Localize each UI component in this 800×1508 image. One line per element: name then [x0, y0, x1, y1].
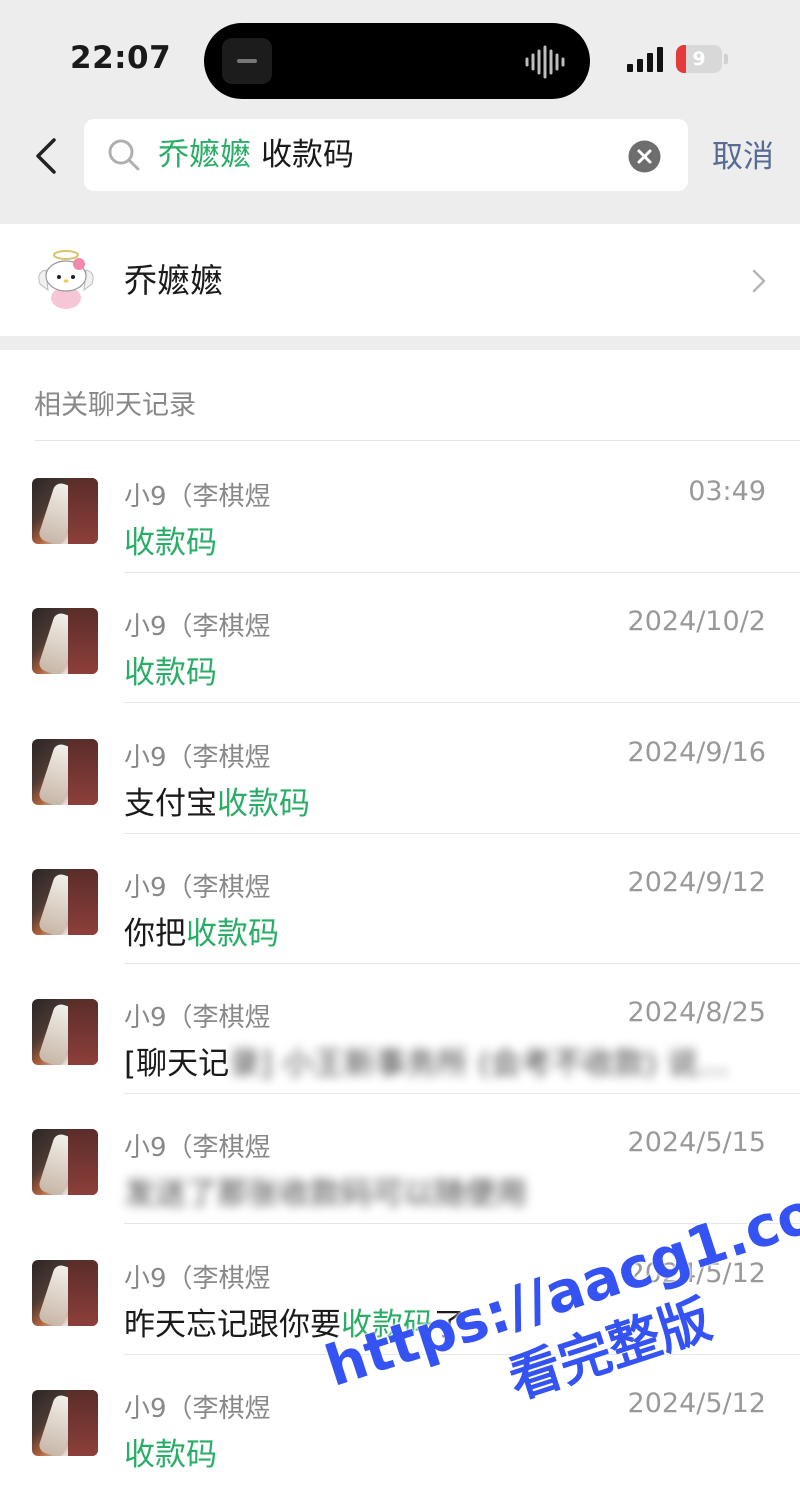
result-sender: 小9（李棋煜 — [124, 1394, 271, 1424]
avatar — [32, 869, 98, 935]
result-sender: 小9（李棋煜 — [124, 482, 271, 512]
result-time: 2024/9/12 — [627, 867, 766, 898]
contact-name: 乔嬷嬷 — [124, 261, 223, 300]
contact-avatar — [38, 250, 94, 309]
avatar — [32, 608, 98, 674]
audio-wave-icon — [525, 45, 565, 79]
result-message: 支付宝收款码 — [124, 778, 310, 823]
message-highlight: 收款码 — [124, 655, 217, 691]
message-highlight: 收款码 — [217, 786, 310, 822]
result-sender: 小9（李棋煜 — [124, 1003, 271, 1033]
message-text: 昨天忘记跟你要 — [124, 1307, 341, 1343]
result-message: 你把收款码 — [124, 908, 279, 953]
result-message: 收款码 — [124, 647, 217, 692]
blurred-message-text: 录] 小王新事务所 (会考不收款) 说… — [229, 1046, 729, 1082]
search-query: 乔嬷嬷 收款码 — [158, 136, 354, 174]
search-input[interactable]: 乔嬷嬷 收款码 — [84, 119, 688, 191]
battery-cap — [724, 54, 728, 64]
avatar — [32, 1390, 98, 1456]
search-icon — [108, 139, 140, 171]
result-message: 收款码 — [124, 1429, 217, 1474]
avatar — [32, 478, 98, 544]
list-item[interactable]: 小9（李棋煜 03:49 收款码 — [0, 442, 800, 573]
avatar — [32, 739, 98, 805]
clear-icon[interactable] — [628, 140, 661, 173]
result-sender: 小9（李棋煜 — [124, 1264, 271, 1294]
search-contact-tag: 乔嬷嬷 — [158, 137, 251, 173]
result-message: [聊天记录] 小王新事务所 (会考不收款) 说… — [124, 1038, 729, 1083]
result-time: 2024/10/2 — [627, 606, 766, 637]
result-sender: 小9（李棋煜 — [124, 612, 271, 642]
dynamic-island — [204, 23, 590, 99]
section-title: 相关聊天记录 — [34, 390, 196, 421]
avatar — [32, 1260, 98, 1326]
message-highlight: 收款码 — [124, 1437, 217, 1473]
result-time: 2024/5/15 — [627, 1127, 766, 1158]
search-bar-row: 乔嬷嬷 收款码 取消 — [0, 110, 800, 220]
search-keyword: 收款码 — [261, 137, 354, 173]
cancel-button[interactable]: 取消 — [712, 138, 774, 176]
message-text: [聊天记 — [124, 1046, 230, 1082]
avatar — [32, 999, 98, 1065]
chevron-right-icon — [752, 269, 766, 293]
battery-level: 9 — [692, 48, 706, 70]
result-time: 2024/9/16 — [627, 737, 766, 768]
avatar — [32, 1129, 98, 1195]
battery-icon: 9 — [676, 45, 722, 73]
status-time: 22:07 — [70, 40, 172, 76]
message-highlight: 收款码 — [186, 916, 279, 952]
list-item[interactable]: 小9（李棋煜 2024/10/2 收款码 — [0, 572, 800, 703]
result-message: 发送了那张收款码可以随便用 — [124, 1168, 527, 1213]
signal-icon — [627, 47, 663, 72]
section-divider — [34, 440, 800, 441]
result-message: 收款码 — [124, 517, 217, 562]
app-activity-icon — [222, 38, 272, 84]
blurred-message-text: 发送了那张收款码可以随便用 — [124, 1176, 527, 1212]
back-icon[interactable] — [30, 134, 62, 178]
result-sender: 小9（李棋煜 — [124, 1133, 271, 1163]
result-sender: 小9（李棋煜 — [124, 743, 271, 773]
message-text: 支付宝 — [124, 786, 217, 822]
result-time: 03:49 — [688, 476, 766, 507]
list-item[interactable]: 小9（李棋煜 2024/9/16 支付宝收款码 — [0, 703, 800, 834]
message-highlight: 收款码 — [124, 525, 217, 561]
result-time: 2024/5/12 — [627, 1388, 766, 1419]
list-item[interactable]: 小9（李棋煜 2024/9/12 你把收款码 — [0, 833, 800, 964]
list-item[interactable]: 小9（李棋煜 2024/5/15 发送了那张收款码可以随便用 — [0, 1093, 800, 1224]
result-time: 2024/8/25 — [627, 997, 766, 1028]
message-text: 你把 — [124, 916, 186, 952]
contact-result[interactable]: 乔嬷嬷 — [0, 224, 800, 336]
result-sender: 小9（李棋煜 — [124, 873, 271, 903]
status-bar: 22:07 9 — [0, 0, 800, 110]
list-item[interactable]: 小9（李棋煜 2024/8/25 [聊天记录] 小王新事务所 (会考不收款) 说… — [0, 963, 800, 1094]
